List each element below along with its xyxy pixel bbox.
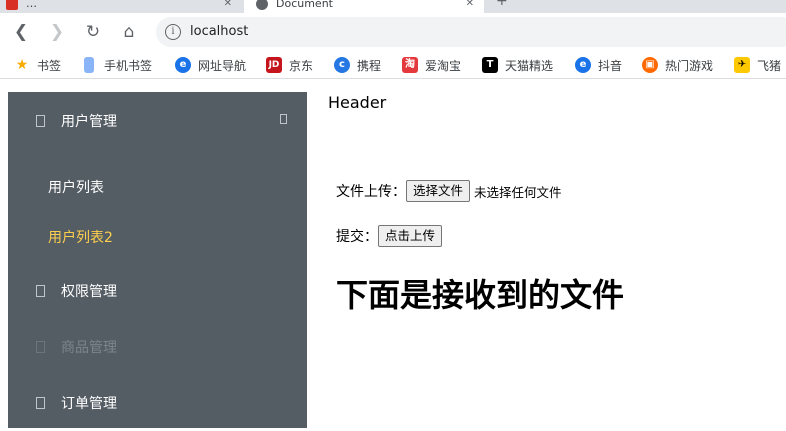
browser-tab[interactable]: … ✕ — [0, 0, 242, 13]
bookmark-label: 热门游戏 — [665, 58, 714, 73]
tab-title: … — [26, 0, 37, 10]
menu-item-user-management[interactable]: 用户管理 — [8, 93, 307, 149]
address-bar[interactable]: i localhost — [156, 17, 786, 47]
bookmark-label: 书签 — [37, 58, 62, 73]
bookmark-item[interactable]: JD 京东 — [266, 51, 314, 78]
browser-toolbar: ❮ ❯ ↻ ⌂ i localhost — [0, 13, 786, 51]
bookmark-item[interactable]: T 天猫精选 — [482, 51, 554, 78]
upload-row: 文件上传： 选择文件 未选择任何文件 — [336, 180, 562, 202]
submit-row: 提交： 点击上传 — [336, 225, 443, 247]
back-arrow-icon[interactable]: ❮ — [6, 13, 36, 51]
address-url[interactable]: localhost — [190, 24, 248, 39]
tab-favicon-icon — [256, 0, 268, 10]
menu-item-order-management[interactable]: 订单管理 — [8, 375, 307, 431]
bookmark-label: 手机书签 — [104, 58, 153, 73]
forward-arrow-icon[interactable]: ❯ — [42, 13, 72, 51]
bookmark-label: 天猫精选 — [505, 58, 554, 73]
menu-item-label: 商品管理 — [61, 340, 117, 356]
tab-close-icon[interactable]: ✕ — [224, 0, 232, 13]
bookmark-label: 爱淘宝 — [425, 58, 462, 73]
bookmark-label: 携程 — [357, 58, 382, 73]
game-icon: ▣ — [642, 57, 658, 73]
menu-item-goods-management: 商品管理 — [8, 319, 307, 375]
jd-logo-icon: JD — [266, 57, 282, 73]
menu-icon — [36, 285, 45, 297]
bookmark-item[interactable]: 淘爱淘宝 — [402, 51, 462, 78]
page-header: Header — [328, 93, 387, 112]
phone-icon — [84, 57, 94, 73]
menu-icon — [36, 397, 45, 409]
bookmark-item[interactable]: ✈ 飞猪 — [734, 51, 782, 78]
ctrip-logo-icon: c — [334, 57, 350, 73]
submenu-item-user-list[interactable]: 用户列表 — [8, 162, 307, 212]
new-tab-icon[interactable]: + — [496, 0, 508, 9]
bookmark-label: 飞猪 — [757, 58, 782, 73]
bookmark-item[interactable]: c 携程 — [334, 51, 382, 78]
sidebar-menu: 用户管理 用户列表 用户列表2 权限管理 商品管理 订单管理 — [8, 92, 307, 428]
e-browser-icon: e — [175, 57, 191, 73]
menu-item-permission-management[interactable]: 权限管理 — [8, 263, 307, 319]
tab-close-icon[interactable]: ✕ — [466, 0, 474, 13]
home-icon[interactable]: ⌂ — [114, 13, 144, 51]
bookmark-item[interactable]: e 网址导航 — [175, 51, 247, 78]
submenu-item-label: 用户列表2 — [48, 230, 113, 246]
submit-label: 提交： — [336, 229, 378, 245]
bookmark-item[interactable]: ★ 书签 — [14, 51, 62, 78]
reload-icon[interactable]: ↻ — [78, 13, 108, 51]
submenu-item-user-list-2[interactable]: 用户列表2 — [8, 212, 307, 262]
tab-favicon-icon — [6, 0, 18, 10]
bookmark-label: 抖音 — [598, 58, 623, 73]
choose-file-button[interactable]: 选择文件 — [406, 180, 471, 202]
bookmark-label: 网址导航 — [198, 58, 247, 73]
menu-item-label: 订单管理 — [61, 396, 117, 412]
received-files-heading: 下面是接收到的文件 — [336, 276, 625, 314]
star-icon: ★ — [15, 57, 29, 73]
tab-strip: … ✕ Document ✕ + — [0, 0, 786, 13]
menu-icon — [36, 341, 45, 353]
upload-label: 文件上传： — [336, 184, 406, 200]
bookmark-item[interactable]: 手机书签 — [84, 51, 153, 78]
submenu-item-label: 用户列表 — [48, 180, 104, 196]
no-file-status: 未选择任何文件 — [474, 184, 562, 200]
menu-icon — [36, 115, 45, 127]
menu-item-label: 用户管理 — [61, 114, 117, 130]
taobao-logo-icon: 淘 — [402, 57, 418, 73]
e-browser-icon: e — [575, 57, 591, 73]
submenu-arrow-icon — [280, 114, 287, 124]
fliggy-logo-icon: ✈ — [734, 57, 750, 73]
tab-title: Document — [276, 0, 333, 10]
bookmarks-bar: ★ 书签 手机书签 e 网址导航 JD 京东 c 携程 淘爱淘宝 T 天猫精选 e 抖音 ▣… — [0, 51, 786, 79]
bookmark-item[interactable]: ▣ 热门游戏 — [642, 51, 714, 78]
menu-item-label: 权限管理 — [61, 284, 117, 300]
bookmark-item[interactable]: e 抖音 — [575, 51, 623, 78]
site-info-icon[interactable]: i — [165, 24, 181, 40]
tmall-logo-icon: T — [482, 57, 498, 73]
upload-button[interactable]: 点击上传 — [378, 225, 443, 247]
browser-tab-active[interactable]: Document ✕ — [244, 0, 484, 13]
bookmark-label: 京东 — [289, 58, 314, 73]
